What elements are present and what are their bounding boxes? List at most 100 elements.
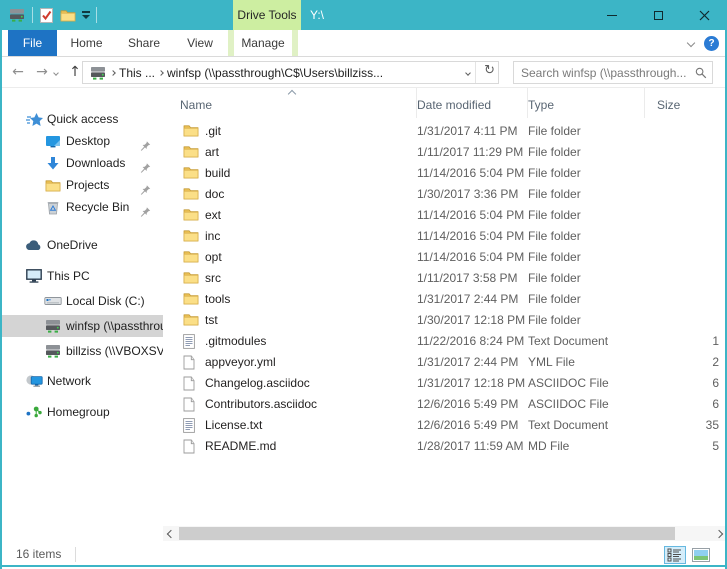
search-input[interactable]: [514, 62, 686, 83]
text-doc-icon: [183, 334, 195, 349]
address-dropdown-chevron-icon[interactable]: [465, 70, 471, 76]
breadcrumb-root[interactable]: This ...: [115, 66, 159, 80]
forward-button[interactable]: →: [30, 64, 54, 80]
file-row-tst[interactable]: tst1/30/2017 12:18 PMFile folder: [163, 310, 727, 331]
back-button[interactable]: ←: [6, 64, 30, 80]
file-type: Text Document: [528, 415, 645, 436]
address-bar[interactable]: This ... winfsp (\\passthrough\C$\Users\…: [82, 61, 499, 84]
ribbon-expand-chevron-icon[interactable]: [687, 39, 695, 47]
qat-dropdown-icon[interactable]: [82, 11, 90, 19]
close-button[interactable]: [681, 0, 727, 30]
sidebar-item-local-disk-c[interactable]: Local Disk (C:): [0, 290, 163, 312]
qat-separator: [32, 7, 33, 23]
recent-locations-chevron-icon[interactable]: [53, 70, 59, 76]
file-date-modified: 1/31/2017 4:11 PM: [417, 121, 528, 142]
file-row-readme-md[interactable]: README.md1/28/2017 11:59 AMMD File5: [163, 436, 727, 457]
file-name: src: [163, 268, 417, 289]
file-date-modified: 12/6/2016 5:49 PM: [417, 415, 528, 436]
folder-icon: [183, 250, 199, 263]
tab-share[interactable]: Share: [116, 30, 172, 56]
file-size: [645, 268, 727, 289]
tab-home[interactable]: Home: [57, 30, 116, 56]
folder-icon: [183, 187, 199, 200]
sidebar-item-downloads[interactable]: Downloads: [0, 152, 163, 174]
horizontal-scrollbar[interactable]: [163, 526, 727, 541]
details-view-button[interactable]: [664, 546, 686, 564]
file-name: ext: [163, 205, 417, 226]
sidebar-item-homegroup[interactable]: Homegroup: [0, 401, 163, 423]
file-row-inc[interactable]: inc11/14/2016 5:04 PMFile folder: [163, 226, 727, 247]
column-header-name[interactable]: Name: [163, 88, 417, 118]
new-folder-icon[interactable]: [60, 9, 76, 22]
local-disk-icon: [43, 295, 63, 307]
minimize-button[interactable]: [589, 0, 635, 30]
sidebar-item-recycle-bin[interactable]: Recycle Bin: [0, 196, 163, 218]
recycle-bin-icon: [43, 200, 63, 215]
file-row-src[interactable]: src1/11/2017 3:58 PMFile folder: [163, 268, 727, 289]
thumbnail-view-button[interactable]: [690, 546, 712, 564]
scroll-left-button[interactable]: [163, 526, 179, 541]
breadcrumb-path[interactable]: winfsp (\\passthrough\C$\Users\billziss.…: [163, 66, 387, 80]
column-header-date-modified[interactable]: Date modified: [417, 88, 528, 118]
sidebar-item-label: Network: [47, 370, 91, 392]
folder-icon: [183, 208, 199, 221]
tab-view[interactable]: View: [172, 30, 228, 56]
sidebar-item-onedrive[interactable]: OneDrive: [0, 234, 163, 256]
file-row-build[interactable]: build11/14/2016 5:04 PMFile folder: [163, 163, 727, 184]
help-button[interactable]: ?: [704, 36, 719, 51]
file-row-license-txt[interactable]: License.txt12/6/2016 5:49 PMText Documen…: [163, 415, 727, 436]
file-row-contributors-asciidoc[interactable]: Contributors.asciidoc12/6/2016 5:49 PMAS…: [163, 394, 727, 415]
file-row-changelog-asciidoc[interactable]: Changelog.asciidoc1/31/2017 12:18 PMASCI…: [163, 373, 727, 394]
sidebar-item-label: OneDrive: [47, 234, 98, 256]
sidebar-item-desktop[interactable]: Desktop: [0, 130, 163, 152]
contextual-group-strip: [292, 30, 298, 56]
file-row-git[interactable]: .git1/31/2017 4:11 PMFile folder: [163, 121, 727, 142]
sidebar-item-winfsp-passthrou[interactable]: winfsp (\\passthrou: [0, 315, 163, 337]
file-type: Text Document: [528, 331, 645, 352]
file-row-opt[interactable]: opt11/14/2016 5:04 PMFile folder: [163, 247, 727, 268]
search-icon[interactable]: [695, 67, 707, 82]
folder-icon: [183, 166, 199, 179]
file-row-appveyor-yml[interactable]: appveyor.yml1/31/2017 2:44 PMYML File2: [163, 352, 727, 373]
tab-manage[interactable]: Manage: [234, 30, 292, 56]
file-date-modified: 1/30/2017 3:36 PM: [417, 184, 528, 205]
scrollbar-thumb[interactable]: [179, 527, 675, 540]
file-name: README.md: [163, 436, 417, 457]
network-drive-icon: [43, 319, 63, 333]
file-name: appveyor.yml: [163, 352, 417, 373]
file-icon: [183, 439, 195, 454]
file-date-modified: 11/14/2016 5:04 PM: [417, 226, 528, 247]
file-date-modified: 11/14/2016 5:04 PM: [417, 163, 528, 184]
file-row-tools[interactable]: tools1/31/2017 2:44 PMFile folder: [163, 289, 727, 310]
file-row-gitmodules[interactable]: .gitmodules11/22/2016 8:24 PMText Docume…: [163, 331, 727, 352]
file-row-doc[interactable]: doc1/30/2017 3:36 PMFile folder: [163, 184, 727, 205]
column-header-size[interactable]: Size: [645, 88, 727, 118]
maximize-button[interactable]: [635, 0, 681, 30]
file-size: [645, 121, 727, 142]
tab-file[interactable]: File: [8, 30, 57, 56]
sidebar-item-this-pc[interactable]: This PC: [0, 265, 163, 287]
sidebar-item-projects[interactable]: Projects: [0, 174, 163, 196]
contextual-group-label: Drive Tools: [237, 8, 296, 22]
properties-check-icon[interactable]: [39, 7, 54, 24]
text-doc-icon: [183, 418, 195, 433]
folder-icon: [183, 292, 199, 305]
sidebar-item-label: Local Disk (C:): [66, 290, 145, 312]
file-icon: [183, 355, 195, 370]
ribbon-tab-row: FileHomeShareViewManage ?: [0, 30, 727, 57]
refresh-button[interactable]: ↻: [484, 63, 495, 78]
file-type: File folder: [528, 163, 645, 184]
file-row-ext[interactable]: ext11/14/2016 5:04 PMFile folder: [163, 205, 727, 226]
file-date-modified: 1/31/2017 12:18 PM: [417, 373, 528, 394]
sidebar-item-billziss-vboxsvr[interactable]: billziss (\\VBOXSVR): [0, 340, 163, 362]
file-size: 1: [645, 331, 727, 352]
file-date-modified: 1/11/2017 3:58 PM: [417, 268, 528, 289]
file-row-art[interactable]: art1/11/2017 11:29 PMFile folder: [163, 142, 727, 163]
folder-icon: [43, 179, 63, 192]
sidebar-item-quick-access[interactable]: Quick access: [0, 108, 163, 130]
sidebar-item-network[interactable]: Network: [0, 370, 163, 392]
file-size: [645, 289, 727, 310]
file-type: YML File: [528, 352, 645, 373]
column-header-type[interactable]: Type: [528, 88, 645, 118]
downloads-icon: [43, 156, 63, 171]
